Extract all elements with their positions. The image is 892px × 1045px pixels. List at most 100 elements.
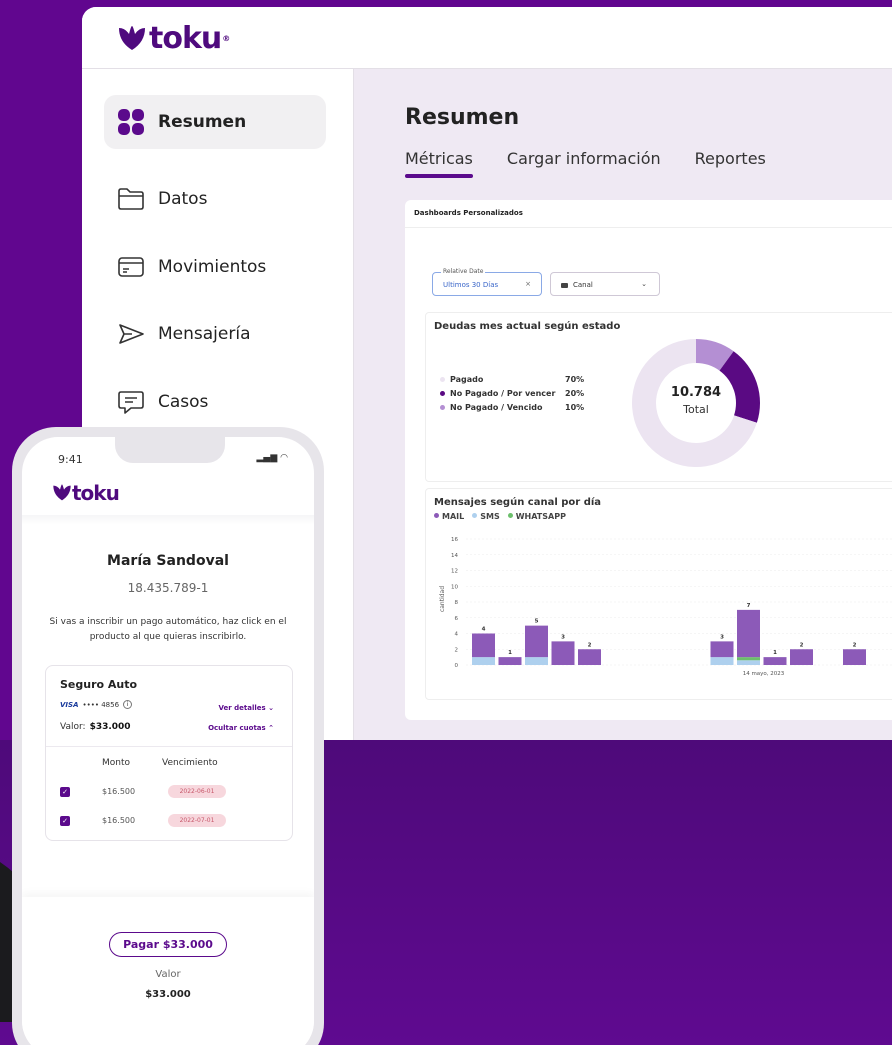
bar-total-label: 2: [853, 642, 857, 648]
bar-segment-sms: [737, 660, 760, 665]
legend-dot: [440, 391, 445, 396]
donut-center: 10.784 Total: [656, 385, 736, 416]
chevron-up-icon: ⌃: [268, 724, 274, 732]
legend-dot: [440, 405, 445, 410]
sidebar-item-resumen[interactable]: Resumen: [104, 95, 326, 149]
panel-title: Dashboards Personalizados: [405, 200, 892, 228]
grid-icon: [116, 107, 146, 137]
relative-date-filter[interactable]: Relative Date Ultimos 30 Días ×: [432, 268, 542, 296]
dashboard-panel: Dashboards Personalizados Relative Date …: [405, 200, 892, 720]
bar-chart-card: Mensajes según canal por día MAIL SMS WH…: [425, 488, 892, 700]
toku-flower-icon: [53, 484, 71, 501]
tab-metricas[interactable]: Métricas: [405, 149, 473, 178]
bar-segment-whatsapp: [737, 657, 760, 661]
sidebar-item-mensajeria[interactable]: Mensajería: [104, 307, 326, 361]
tag-icon: [561, 283, 568, 288]
logo-text: toku: [149, 21, 222, 56]
toku-logo: toku: [52, 481, 120, 505]
valor-row: Valor: $33.000: [60, 722, 131, 732]
x-tick-label: 14 mayo, 2023: [743, 671, 785, 677]
visa-icon: VISA: [60, 700, 79, 709]
card-info: VISA •••• 4856 i: [60, 700, 133, 709]
bar-total-label: 3: [720, 634, 724, 640]
status-time: 9:41: [58, 453, 83, 466]
bar-chart: 0246810121416cantidad415323712 214 mayo, …: [439, 537, 892, 677]
phone-screen: 9:41 ▂▄▆ ◠ toku María Sandoval 18.435.78…: [22, 437, 314, 1045]
page-title: Resumen: [405, 105, 520, 130]
legend-label: No Pagado / Vencido: [450, 403, 543, 412]
legend-dot: [440, 377, 445, 382]
product-card[interactable]: Seguro Auto VISA •••• 4856 i Ver detalle…: [45, 665, 293, 841]
filter-value: Ultimos 30 Días: [443, 281, 499, 289]
donut-total-label: Total: [683, 403, 709, 416]
phone-notch: [115, 437, 225, 463]
bar-total-label: 1: [773, 650, 777, 656]
col-monto: Monto: [102, 758, 131, 768]
phone-mockup: 9:41 ▂▄▆ ◠ toku María Sandoval 18.435.78…: [12, 427, 324, 1045]
info-icon[interactable]: i: [123, 700, 133, 709]
legend-label: No Pagado / Por vencer: [450, 389, 556, 398]
legend-item-whatsapp: WHATSAPP: [507, 512, 566, 521]
tab-reportes[interactable]: Reportes: [695, 149, 766, 178]
donut-card: Deudas mes actual según estado Pagado 70…: [425, 312, 892, 482]
toku-logo[interactable]: toku ®: [117, 21, 230, 56]
canal-filter[interactable]: Canal ⌄: [550, 272, 660, 296]
bar-segment-sms: [525, 657, 548, 665]
legend-pct: 70%: [565, 375, 585, 384]
installment-amount: $16.500: [102, 787, 136, 796]
sidebar-item-label: Resumen: [158, 112, 247, 132]
sidebar-item-datos[interactable]: Datos: [104, 172, 326, 226]
tab-cargar-informacion[interactable]: Cargar información: [507, 149, 661, 178]
pay-button[interactable]: Pagar $33.000: [109, 932, 227, 957]
installment-amount: $16.500: [102, 816, 136, 825]
bar-segment-mail: [790, 649, 813, 665]
top-bar: toku ®: [82, 7, 892, 69]
y-tick-label: 10: [451, 584, 458, 590]
legend-item-mail: MAIL: [434, 512, 464, 521]
bar-total-label: 1: [508, 650, 512, 656]
logo-text: toku: [72, 481, 120, 505]
bar-segment-mail: [472, 633, 495, 658]
divider: [46, 746, 292, 747]
installment-checkbox[interactable]: ✓: [60, 787, 70, 797]
instruction-text: Si vas a inscribir un pago automático, h…: [49, 617, 287, 642]
bar-total-label: 2: [588, 642, 592, 648]
y-tick-label: 4: [455, 632, 459, 638]
bar-total-label: 5: [535, 619, 539, 625]
bar-total-label: 7: [747, 603, 751, 609]
card-mask: •••• 4856: [82, 700, 120, 709]
sidebar-item-label: Movimientos: [158, 257, 267, 277]
sidebar-item-label: Casos: [158, 392, 209, 412]
ocultar-cuotas-link[interactable]: Ocultar cuotas ⌃: [208, 724, 274, 732]
clear-icon[interactable]: ×: [525, 280, 531, 288]
chart-legend: MAIL SMS WHATSAPP: [434, 512, 566, 521]
header-divider: [22, 515, 314, 525]
y-tick-label: 6: [455, 616, 459, 622]
product-title: Seguro Auto: [60, 678, 138, 691]
sidebar-item-casos[interactable]: Casos: [104, 375, 326, 429]
folder-icon: [116, 184, 146, 214]
legend-item-vencido: No Pagado / Vencido 10%: [440, 403, 584, 412]
chat-icon: [116, 387, 146, 417]
y-tick-label: 16: [451, 537, 458, 543]
installment-checkbox[interactable]: ✓: [60, 816, 70, 826]
bar-segment-mail: [843, 649, 866, 665]
sidebar-item-movimientos[interactable]: Movimientos: [104, 240, 326, 294]
chevron-down-icon: ⌄: [268, 704, 274, 712]
payment-footer: Pagar $33.000 Valor $33.000: [22, 897, 314, 1045]
bar-total-label: 4: [482, 627, 486, 633]
send-icon: [116, 319, 146, 349]
footer-valor-amount: $33.000: [145, 989, 191, 1000]
ver-detalles-link[interactable]: Ver detalles ⌄: [218, 704, 274, 712]
tabs: Métricas Cargar información Reportes: [405, 149, 766, 178]
chevron-down-icon: ⌄: [641, 280, 647, 288]
bar-segment-sms: [710, 657, 734, 665]
legend-item-pagado: Pagado 70%: [440, 375, 584, 384]
legend-pct: 20%: [565, 389, 585, 398]
legend-pct: 10%: [565, 403, 585, 412]
sidebar-item-label: Datos: [158, 189, 208, 209]
card-icon: [116, 252, 146, 282]
y-tick-label: 0: [455, 663, 459, 669]
bar-segment-mail: [763, 657, 787, 665]
legend-item-sms: SMS: [472, 512, 500, 521]
